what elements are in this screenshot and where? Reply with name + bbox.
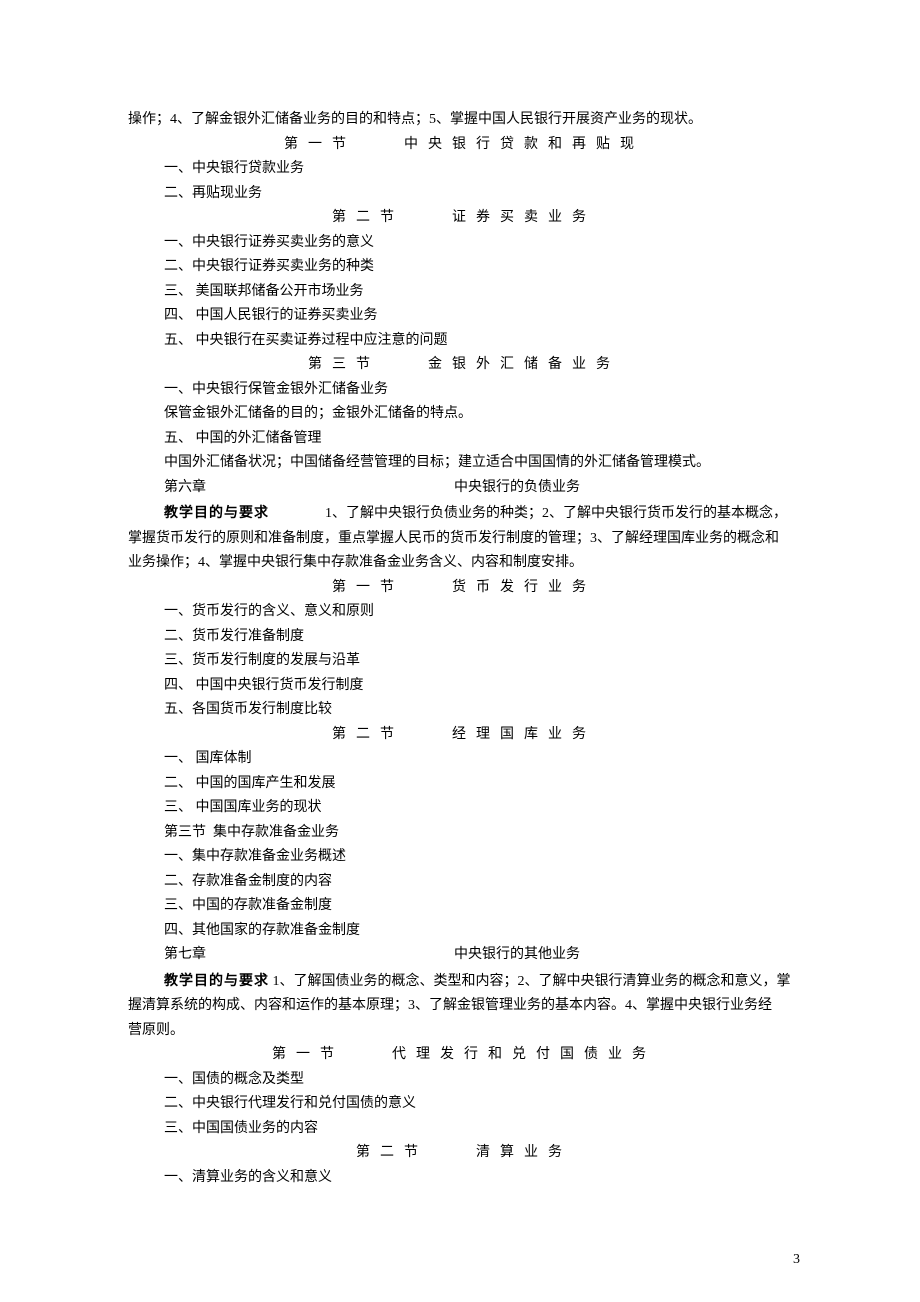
body-line: 五、 中国的外汇储备管理 [128, 427, 800, 452]
body-line: 一、货币发行的含义、意义和原则 [128, 600, 800, 625]
page: 操作；4、了解金银外汇储备业务的目的和特点；5、掌握中国人民银行开展资产业务的现… [0, 0, 920, 1302]
body-line: 一、中央银行保管金银外汇储备业务 [128, 378, 800, 403]
goal-label: 教学目的与要求 [164, 972, 269, 988]
chapter-name: 中央银行的其他业务 [454, 943, 580, 968]
body-line: 四、 中国中央银行货币发行制度 [128, 674, 800, 699]
chapter-heading: 第七章 中央银行的其他业务 [128, 943, 800, 968]
section-heading: 第二节 清算业务 [128, 1141, 800, 1166]
body-line: 四、其他国家的存款准备金制度 [128, 919, 800, 944]
goal-text: 1、了解国债业务的概念、类型和内容；2、了解中央银行清算业务的概念和意义，掌 [269, 974, 791, 989]
goal-label: 教学目的与要求 [164, 504, 269, 520]
body-line: 三、 美国联邦储备公开市场业务 [128, 280, 800, 305]
body-line: 三、中国的存款准备金制度 [128, 894, 800, 919]
section-heading: 第二节 经理国库业务 [128, 723, 800, 748]
body-line: 握清算系统的构成、内容和运作的基本原理；3、了解金银管理业务的基本内容。4、掌握… [128, 994, 800, 1019]
section-heading: 第二节 证券买卖业务 [128, 206, 800, 231]
body-line: 一、 国库体制 [128, 747, 800, 772]
body-line: 二、中央银行代理发行和兑付国债的意义 [128, 1092, 800, 1117]
body-line: 二、货币发行准备制度 [128, 625, 800, 650]
section-heading: 第三节 金银外汇储备业务 [128, 353, 800, 378]
body-line: 一、集中存款准备金业务概述 [128, 845, 800, 870]
body-line: 二、存款准备金制度的内容 [128, 870, 800, 895]
body-line: 二、中央银行证券买卖业务的种类 [128, 255, 800, 280]
body-line: 一、清算业务的含义和意义 [128, 1166, 800, 1191]
body-line: 第三节 集中存款准备金业务 [128, 821, 800, 846]
body-line: 五、各国货币发行制度比较 [128, 698, 800, 723]
body-line: 掌握货币发行的原则和准备制度，重点掌握人民币的货币发行制度的管理；3、了解经理国… [128, 527, 800, 552]
section-heading: 第一节 代理发行和兑付国债业务 [128, 1043, 800, 1068]
goal-text: 1、了解中央银行负债业务的种类；2、了解中央银行货币发行的基本概念， [269, 506, 787, 521]
body-line: 营原则。 [128, 1019, 800, 1044]
body-line: 一、中央银行证券买卖业务的意义 [128, 231, 800, 256]
body-line: 保管金银外汇储备的目的；金银外汇储备的特点。 [128, 402, 800, 427]
body-line: 一、中央银行贷款业务 [128, 157, 800, 182]
body-line: 三、中国国债业务的内容 [128, 1117, 800, 1142]
teaching-goal: 教学目的与要求 1、了解国债业务的概念、类型和内容；2、了解中央银行清算业务的概… [128, 968, 800, 995]
body-line: 业务操作；4、掌握中央银行集中存款准备金业务含义、内容和制度安排。 [128, 551, 800, 576]
body-line: 二、 中国的国库产生和发展 [128, 772, 800, 797]
body-line: 中国外汇储备状况；中国储备经营管理的目标；建立适合中国国情的外汇储备管理模式。 [128, 451, 800, 476]
body-line: 五、 中央银行在买卖证券过程中应注意的问题 [128, 329, 800, 354]
section-heading: 第一节 中央银行贷款和再贴现 [128, 133, 800, 158]
body-line: 四、 中国人民银行的证券买卖业务 [128, 304, 800, 329]
chapter-heading: 第六章 中央银行的负债业务 [128, 476, 800, 501]
section-heading: 第一节 货币发行业务 [128, 576, 800, 601]
chapter-number: 第七章 [164, 943, 454, 968]
body-line: 三、货币发行制度的发展与沿革 [128, 649, 800, 674]
chapter-name: 中央银行的负债业务 [454, 476, 580, 501]
page-number: 3 [793, 1248, 800, 1273]
intro-continuation: 操作；4、了解金银外汇储备业务的目的和特点；5、掌握中国人民银行开展资产业务的现… [128, 108, 800, 133]
body-line: 一、国债的概念及类型 [128, 1068, 800, 1093]
teaching-goal: 教学目的与要求 1、了解中央银行负债业务的种类；2、了解中央银行货币发行的基本概… [128, 500, 800, 527]
chapter-number: 第六章 [164, 476, 454, 501]
body-line: 二、再贴现业务 [128, 182, 800, 207]
body-line: 三、 中国国库业务的现状 [128, 796, 800, 821]
